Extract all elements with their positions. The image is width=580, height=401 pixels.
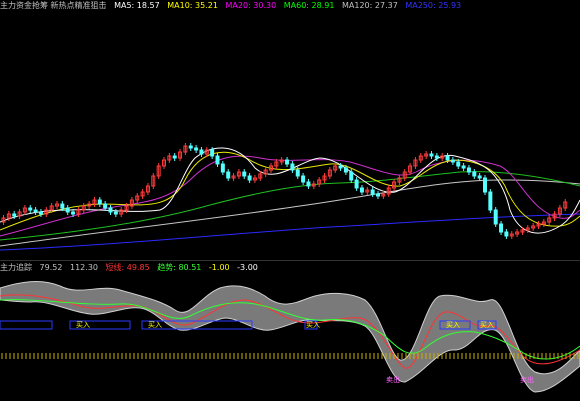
candle-body[interactable] <box>247 175 252 181</box>
candle-body[interactable] <box>450 159 455 163</box>
candle-body[interactable] <box>349 171 354 181</box>
candle-body[interactable] <box>376 193 380 197</box>
candle-body[interactable] <box>38 211 43 215</box>
candle-body[interactable] <box>343 167 348 173</box>
ma250-line <box>0 213 580 251</box>
candle-body[interactable] <box>445 155 450 161</box>
candle-body[interactable] <box>477 175 482 179</box>
candle-body[interactable] <box>466 167 471 173</box>
candle-body[interactable] <box>71 211 76 215</box>
sell-marker: 卖出 <box>520 375 534 384</box>
candle-body[interactable] <box>359 187 364 193</box>
candle-body[interactable] <box>226 171 231 179</box>
candle-body[interactable] <box>220 163 225 173</box>
candle-body[interactable] <box>472 171 477 177</box>
candle-body[interactable] <box>210 149 215 157</box>
candle-body[interactable] <box>194 147 199 151</box>
candle-body[interactable] <box>215 155 220 165</box>
buy-marker: 买入 <box>148 321 162 329</box>
candle-body[interactable] <box>301 175 306 183</box>
candle-body[interactable] <box>429 153 434 157</box>
stock-chart[interactable]: 买入 买入 买入 买入 买入 卖出 卖出 <box>0 0 580 401</box>
candle-body[interactable] <box>60 203 65 209</box>
candle-body[interactable] <box>338 165 343 169</box>
candle-body[interactable] <box>113 211 118 215</box>
candle-body[interactable] <box>434 155 439 159</box>
candle-body[interactable] <box>456 161 461 167</box>
candle-body[interactable] <box>188 145 193 149</box>
candle-body[interactable] <box>483 177 487 193</box>
candle-body[interactable] <box>12 213 17 217</box>
sell-marker: 卖出 <box>386 375 400 384</box>
candle-body[interactable] <box>306 181 311 187</box>
candle-body[interactable] <box>499 223 504 233</box>
buy-marker: 买入 <box>306 321 320 329</box>
candle-body[interactable] <box>488 191 493 211</box>
candle-body[interactable] <box>242 171 247 177</box>
buy-marker: 买入 <box>76 321 90 329</box>
candle-body[interactable] <box>461 165 466 169</box>
candle-body[interactable] <box>33 209 38 213</box>
buy-marker: 买入 <box>446 321 460 329</box>
candle-body[interactable] <box>370 189 375 195</box>
candlesticks[interactable] <box>1 143 568 239</box>
candle-body[interactable] <box>28 207 33 211</box>
candle-body[interactable] <box>493 209 498 225</box>
oscillator-panel: 买入 买入 买入 买入 买入 卖出 卖出 <box>0 281 580 393</box>
candle-body[interactable] <box>103 203 108 209</box>
ma20-line <box>0 155 580 237</box>
candle-body[interactable] <box>285 159 290 165</box>
candle-body[interactable] <box>290 163 295 171</box>
candle-body[interactable] <box>504 231 509 237</box>
candle-body[interactable] <box>354 179 359 189</box>
candle-body[interactable] <box>295 169 300 177</box>
candle-body[interactable] <box>97 199 102 205</box>
buy-marker: 买入 <box>480 321 494 329</box>
candle-body[interactable] <box>65 207 70 213</box>
candle-body[interactable] <box>172 155 177 159</box>
candle-body[interactable] <box>199 149 204 155</box>
volume-ticks <box>1 353 579 359</box>
moving-average-lines <box>0 147 580 251</box>
signal-box <box>0 320 53 330</box>
candle-body[interactable] <box>108 207 113 213</box>
